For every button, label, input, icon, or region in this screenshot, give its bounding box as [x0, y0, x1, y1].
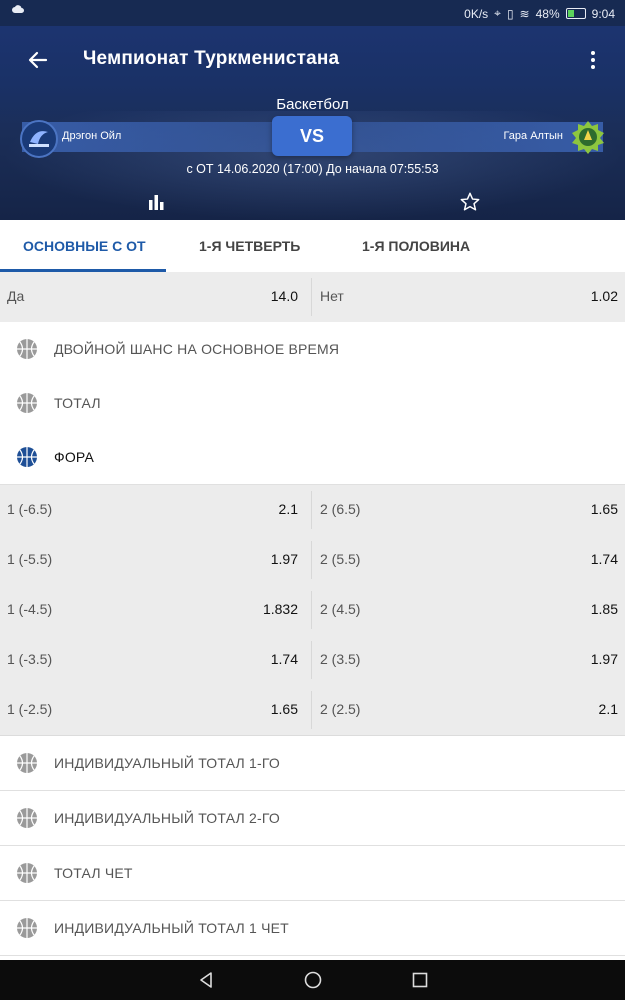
network-speed: 0K/s	[464, 6, 489, 21]
market-total-quarter[interactable]: ТОТАЛ ЧЕТ	[0, 846, 625, 901]
market-handicap[interactable]: ФОРА	[0, 430, 625, 485]
status-bar: 0K/s ⌖ ▯ ≋ 48% 9:04	[0, 0, 625, 26]
odds-label: 2 (4.5)	[320, 601, 361, 617]
basketball-icon	[17, 918, 37, 938]
odds-cell[interactable]: 1 (-3.5) 1.74	[0, 635, 305, 685]
team2-name: Гара Алтын	[503, 130, 563, 142]
vibrate-icon: ▯	[506, 6, 514, 21]
market-label: ИНДИВИДУАЛЬНЫЙ ТОТАЛ 1 ЧЕТ	[54, 920, 289, 936]
cloud-icon	[12, 5, 24, 13]
location-icon: ⌖	[494, 6, 501, 20]
odds-label: 1 (-5.5)	[7, 551, 53, 567]
market-individual-total-quarter[interactable]: ИНДИВИДУАЛЬНЫЙ ТОТАЛ 1 ЧЕТ	[0, 901, 625, 956]
tab-first-quarter[interactable]: 1-Я ЧЕТВЕРТЬ	[199, 220, 300, 272]
vs-badge: VS	[272, 116, 352, 156]
battery-icon	[565, 8, 586, 19]
odds-cell[interactable]: 1 (-6.5) 2.1	[0, 485, 305, 535]
more-vert-icon[interactable]	[581, 48, 605, 72]
odds-label: 1 (-4.5)	[7, 601, 53, 617]
market-individual-total-1[interactable]: ИНДИВИДУАЛЬНЫЙ ТОТАЛ 1-ГО	[0, 736, 625, 791]
handicap-row: 1 (-6.5) 2.1 2 (6.5) 1.65	[0, 485, 625, 536]
odds-value: 1.65	[590, 501, 618, 517]
odds-value: 1.97	[590, 651, 618, 667]
market-label: ДВОЙНОЙ ШАНС НА ОСНОВНОЕ ВРЕМЯ	[54, 341, 340, 357]
odds-cell[interactable]: 1 (-4.5) 1.832	[0, 585, 305, 635]
wifi-icon: ≋	[519, 6, 530, 21]
basketball-icon	[17, 393, 37, 413]
odds-cell[interactable]: 2 (2.5) 2.1	[313, 685, 625, 735]
match-header: Чемпионат Туркменистана Баскетбол Дрэгон…	[0, 26, 625, 220]
market-label: ТОТАЛ	[54, 395, 101, 411]
basketball-icon	[17, 447, 37, 467]
odds-label: 2 (5.5)	[320, 551, 361, 567]
odds-label: 1 (-2.5)	[7, 701, 53, 717]
basketball-icon	[17, 863, 37, 883]
nav-home-icon[interactable]	[303, 970, 323, 990]
market-label: ИНДИВИДУАЛЬНЫЙ ТОТАЛ 2-ГО	[54, 810, 280, 826]
basketball-icon	[17, 808, 37, 828]
odds-value: 1.85	[590, 601, 618, 617]
odds-label: 2 (2.5)	[320, 701, 361, 717]
odds-value: 2.1	[278, 501, 298, 517]
handicap-row: 1 (-4.5) 1.832 2 (4.5) 1.85	[0, 585, 625, 636]
odds-cell-no[interactable]: Нет 1.02	[313, 272, 625, 322]
market-label: ТОТАЛ ЧЕТ	[54, 865, 133, 881]
clock: 9:04	[591, 6, 615, 21]
nav-back-icon[interactable]	[196, 970, 216, 990]
odds-value: 1.65	[270, 701, 298, 717]
basketball-icon	[17, 753, 37, 773]
sport-label: Баскетбол	[276, 96, 349, 113]
yes-no-row: Да 14.0 Нет 1.02	[0, 272, 625, 323]
odds-cell[interactable]: 2 (3.5) 1.97	[313, 635, 625, 685]
odds-label: 2 (3.5)	[320, 651, 361, 667]
odds-value: 14.0	[270, 288, 298, 304]
market-label: ИНДИВИДУАЛЬНЫЙ ТОТАЛ 1-ГО	[54, 755, 280, 771]
basketball-icon	[17, 339, 37, 359]
odds-value: 1.832	[262, 601, 298, 617]
odds-cell[interactable]: 2 (6.5) 1.65	[313, 485, 625, 535]
odds-value: 1.74	[590, 551, 618, 567]
odds-label: 1 (-6.5)	[7, 501, 53, 517]
odds-value: 1.74	[270, 651, 298, 667]
odds-cell[interactable]: 2 (4.5) 1.85	[313, 585, 625, 635]
market-label: ФОРА	[54, 449, 95, 465]
match-datetime: с ОТ 14.06.2020 (17:00) До начала 07:55:…	[186, 162, 439, 176]
odds-label: Да	[7, 288, 25, 304]
tab-main-ot[interactable]: ОСНОВНЫЕ С ОТ	[23, 220, 146, 272]
team1-name: Дрэгон Ойл	[62, 130, 122, 142]
odds-label: 1 (-3.5)	[7, 651, 53, 667]
handicap-row: 1 (-5.5) 1.97 2 (5.5) 1.74	[0, 535, 625, 586]
statistics-icon[interactable]	[146, 192, 166, 212]
handicap-row: 1 (-3.5) 1.74 2 (3.5) 1.97	[0, 635, 625, 686]
handicap-row: 1 (-2.5) 1.65 2 (2.5) 2.1	[0, 685, 625, 736]
battery-percent: 48%	[535, 6, 560, 21]
odds-value: 2.1	[598, 701, 618, 717]
team1-logo	[20, 120, 58, 158]
odds-cell[interactable]: 2 (5.5) 1.74	[313, 535, 625, 585]
odds-value: 1.02	[590, 288, 618, 304]
odds-value: 1.97	[270, 551, 298, 567]
odds-cell-yes[interactable]: Да 14.0	[0, 272, 305, 322]
odds-label: 2 (6.5)	[320, 501, 361, 517]
market-double-chance[interactable]: ДВОЙНОЙ ШАНС НА ОСНОВНОЕ ВРЕМЯ	[0, 322, 625, 377]
page-title: Чемпионат Туркменистана	[83, 48, 340, 69]
odds-cell[interactable]: 1 (-5.5) 1.97	[0, 535, 305, 585]
team2-logo	[571, 120, 605, 154]
market-individual-total-2[interactable]: ИНДИВИДУАЛЬНЫЙ ТОТАЛ 2-ГО	[0, 791, 625, 846]
tab-first-half[interactable]: 1-Я ПОЛОВИНА	[362, 220, 470, 272]
odds-label: Нет	[320, 288, 344, 304]
favorite-star-icon[interactable]	[459, 191, 481, 213]
system-nav-bar	[0, 960, 625, 1000]
nav-recents-icon[interactable]	[410, 970, 430, 990]
market-total[interactable]: ТОТАЛ	[0, 376, 625, 431]
market-tabs: ОСНОВНЫЕ С ОТ 1-Я ЧЕТВЕРТЬ 1-Я ПОЛОВИНА	[0, 220, 625, 273]
back-arrow-icon[interactable]	[26, 48, 50, 72]
odds-cell[interactable]: 1 (-2.5) 1.65	[0, 685, 305, 735]
